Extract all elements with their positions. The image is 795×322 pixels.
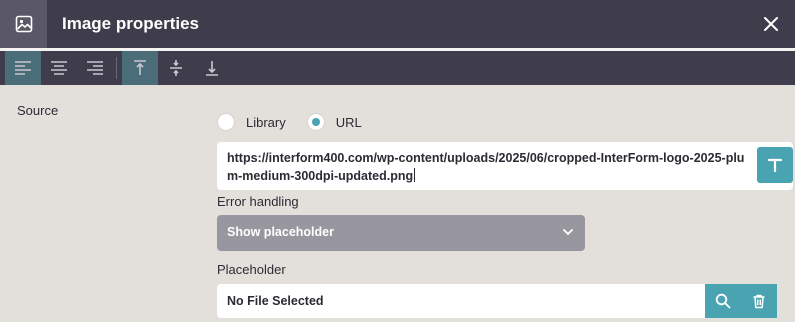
- radio-selected-dot: [311, 118, 320, 126]
- align-bottom-button[interactable]: [194, 51, 230, 85]
- radio-library[interactable]: [217, 113, 235, 131]
- trash-icon: [753, 294, 765, 309]
- url-input-text[interactable]: https://interform400.com/wp-content/uplo…: [227, 149, 752, 185]
- close-button[interactable]: [759, 12, 783, 36]
- align-center-button[interactable]: [41, 51, 77, 85]
- placeholder-label: Placeholder: [217, 262, 286, 277]
- search-icon: [715, 293, 731, 309]
- align-middle-icon: [170, 60, 182, 76]
- placeholder-field[interactable]: No File Selected: [217, 284, 705, 318]
- placeholder-search-button[interactable]: [705, 284, 741, 318]
- alignment-toolbar: [0, 51, 795, 85]
- source-radio-group: Library URL: [217, 112, 362, 132]
- radio-url-label: URL: [335, 114, 362, 130]
- dialog-titlebar: Image properties: [0, 0, 795, 48]
- align-left-button[interactable]: [5, 51, 41, 85]
- align-right-icon: [87, 61, 103, 75]
- radio-url[interactable]: [306, 113, 325, 131]
- url-text-button[interactable]: [757, 147, 793, 183]
- align-middle-button[interactable]: [158, 51, 194, 85]
- dialog-title: Image properties: [62, 14, 199, 33]
- align-left-icon: [15, 61, 31, 75]
- url-field[interactable]: https://interform400.com/wp-content/uplo…: [217, 142, 793, 190]
- placeholder-value: No File Selected: [227, 294, 324, 308]
- close-icon: [764, 17, 778, 31]
- radio-library-label: Library: [246, 114, 286, 130]
- placeholder-delete-button[interactable]: [741, 284, 777, 318]
- align-top-icon: [134, 60, 146, 75]
- error-handling-label: Error handling: [217, 194, 299, 209]
- toolbar-separator: [116, 57, 117, 79]
- image-icon: [0, 0, 47, 48]
- text-caret: [414, 168, 416, 182]
- align-top-button[interactable]: [122, 51, 158, 85]
- error-handling-value: Show placeholder: [227, 225, 334, 239]
- chevron-down-icon: [563, 229, 573, 235]
- text-icon: [767, 158, 783, 173]
- align-bottom-icon: [206, 61, 218, 76]
- url-value: https://interform400.com/wp-content/uplo…: [227, 151, 745, 183]
- error-handling-select[interactable]: Show placeholder: [217, 215, 585, 251]
- source-label: Source: [17, 103, 59, 118]
- align-right-button[interactable]: [77, 51, 113, 85]
- align-center-icon: [51, 61, 67, 75]
